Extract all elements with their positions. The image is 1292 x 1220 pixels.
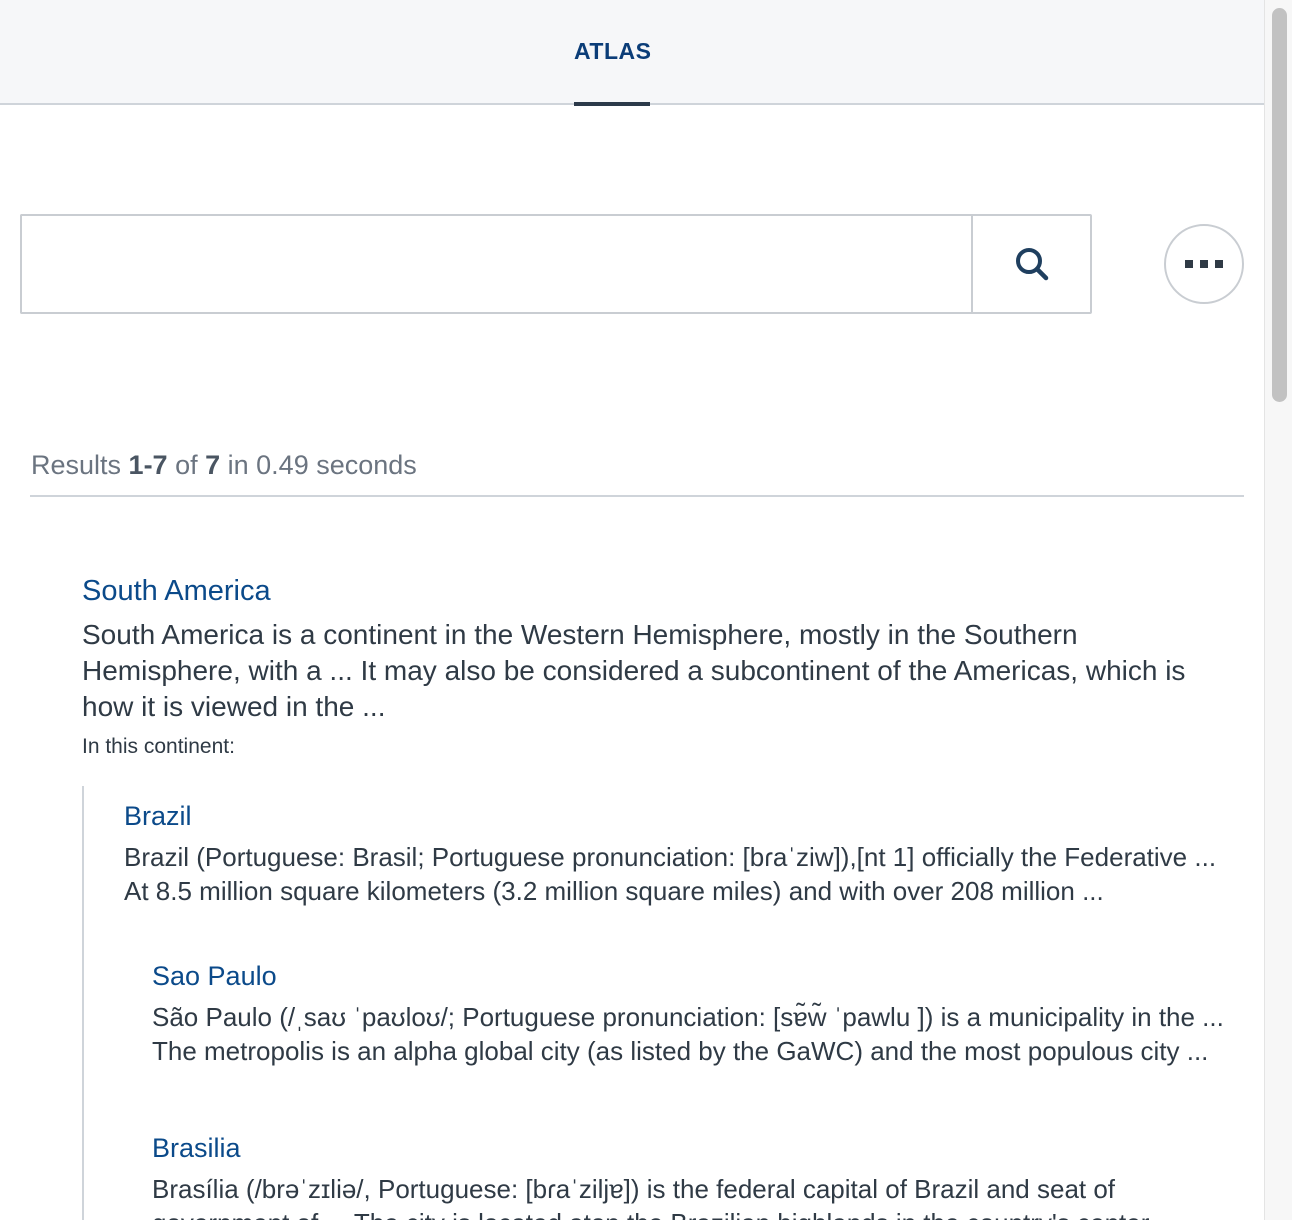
nested-result-snippet: Brasília (/brəˈzɪliə/, Portuguese: [bɾaˈ… [152, 1174, 1158, 1220]
tab-atlas[interactable]: ATLAS [574, 0, 652, 106]
more-horizontal-icon [1185, 260, 1193, 268]
more-horizontal-icon-dot [1215, 260, 1223, 268]
active-tab-indicator [574, 102, 650, 106]
results-of: of [167, 450, 206, 480]
result-title-link[interactable]: South America [82, 573, 271, 609]
result-sub-label: In this continent: [82, 735, 235, 758]
results-total: 7 [205, 450, 221, 480]
nested-result-title-link[interactable]: Sao Paulo [152, 960, 277, 992]
nested-result-snippet: São Paulo (/ˌsaʊ ˈpaʊloʊ/; Portuguese pr… [152, 1002, 1224, 1066]
more-horizontal-icon-dot [1200, 260, 1208, 268]
results-range: 1-7 [128, 450, 168, 480]
nested-result-item: Sao Paulo São Paulo (/ˌsaʊ ˈpaʊloʊ/; Por… [152, 960, 1232, 1068]
scrollbar-thumb[interactable] [1272, 8, 1287, 402]
results-suffix: in 0.49 seconds [220, 450, 417, 480]
nested-results: Brazil Brazil (Portuguese: Brasil; Portu… [82, 786, 1232, 1220]
tab-atlas-label: ATLAS [574, 38, 652, 64]
app-header: ATLAS [0, 0, 1264, 106]
search-icon [1015, 248, 1048, 281]
results-summary: Results 1-7 of 7 in 0.49 seconds [31, 450, 417, 481]
result-snippet: South America is a continent in the West… [82, 619, 1186, 722]
nested-result-item: Brazil Brazil (Portuguese: Brasil; Portu… [124, 800, 1224, 908]
search-input[interactable] [20, 214, 973, 314]
result-item: South America South America is a contine… [82, 573, 1232, 759]
nested-result-title-link[interactable]: Brasilia [152, 1132, 241, 1164]
search-button[interactable] [971, 214, 1092, 314]
vertical-scrollbar[interactable] [1264, 0, 1292, 1220]
nested-result-title-link[interactable]: Brazil [124, 800, 192, 832]
results-divider [30, 495, 1244, 497]
results-prefix: Results [31, 450, 129, 480]
nested-result-item: Brasilia Brasília (/brəˈzɪliə/, Portugue… [152, 1132, 1232, 1220]
nested-result-snippet: Brazil (Portuguese: Brasil; Portuguese p… [124, 842, 1217, 906]
more-options-button[interactable] [1164, 224, 1244, 304]
